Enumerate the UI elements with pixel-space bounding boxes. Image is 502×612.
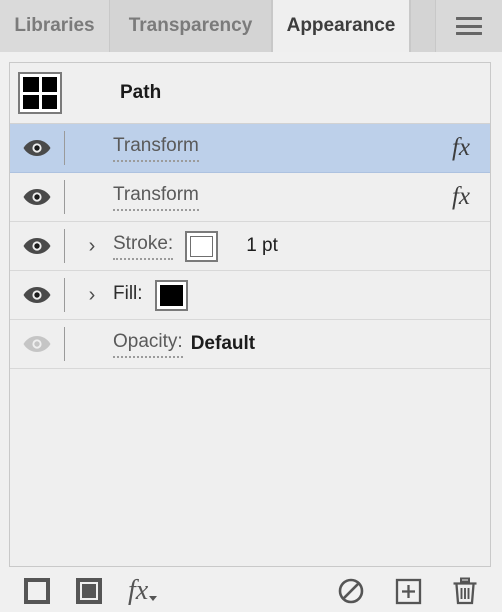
fill-color-swatch[interactable] bbox=[154, 279, 188, 311]
add-new-stroke-button[interactable] bbox=[24, 578, 50, 604]
appearance-item-label-fill[interactable]: Fill: bbox=[113, 283, 143, 308]
appearance-panel: Path Transform fx Transform fx › Stroke:… bbox=[9, 62, 491, 567]
chevron-right-icon[interactable]: › bbox=[79, 285, 105, 305]
appearance-row-stroke-body[interactable]: › Stroke: 1 pt bbox=[65, 222, 490, 270]
fx-icon[interactable]: fx bbox=[452, 183, 470, 211]
clear-appearance-button[interactable] bbox=[337, 577, 365, 605]
fx-icon[interactable]: fx bbox=[452, 134, 470, 162]
appearance-item-label-stroke[interactable]: Stroke: bbox=[113, 233, 174, 260]
appearance-row-fill[interactable]: › Fill: bbox=[10, 271, 490, 320]
visibility-toggle-stroke[interactable] bbox=[10, 222, 64, 270]
page-title: Path bbox=[120, 82, 162, 103]
appearance-row-transform-1[interactable]: Transform fx bbox=[10, 124, 490, 173]
tab-bar-filler bbox=[410, 0, 435, 52]
panel-tab-bar: Libraries Transparency Appearance bbox=[0, 0, 502, 52]
appearance-row-stroke[interactable]: › Stroke: 1 pt bbox=[10, 222, 490, 271]
visibility-toggle-transform-2[interactable] bbox=[10, 173, 64, 221]
visibility-toggle-opacity[interactable] bbox=[10, 320, 64, 368]
trash-icon bbox=[453, 577, 477, 605]
square-outline-icon bbox=[24, 578, 50, 604]
appearance-empty-area bbox=[10, 369, 490, 539]
chevron-right-icon[interactable]: › bbox=[79, 236, 105, 256]
appearance-row-transform-1-body[interactable]: Transform bbox=[65, 124, 490, 172]
appearance-row-transform-2-body[interactable]: Transform bbox=[65, 173, 490, 221]
eye-icon bbox=[23, 287, 51, 303]
tab-libraries[interactable]: Libraries bbox=[0, 0, 110, 52]
eye-icon bbox=[23, 189, 51, 205]
appearance-item-label-transform-2[interactable]: Transform bbox=[113, 184, 199, 211]
appearance-target-row[interactable]: Path bbox=[10, 63, 490, 124]
delete-item-button[interactable] bbox=[452, 577, 478, 605]
path-thumbnail-icon bbox=[18, 72, 62, 114]
visibility-toggle-fill[interactable] bbox=[10, 271, 64, 319]
add-new-effect-button[interactable]: fx bbox=[128, 575, 158, 606]
appearance-row-transform-2[interactable]: Transform fx bbox=[10, 173, 490, 222]
tab-transparency[interactable]: Transparency bbox=[110, 0, 272, 52]
eye-icon bbox=[23, 336, 51, 352]
tab-appearance-label: Appearance bbox=[286, 15, 396, 36]
no-symbol-icon bbox=[338, 578, 364, 604]
appearance-row-opacity[interactable]: Opacity: Default bbox=[10, 320, 490, 369]
hamburger-icon bbox=[456, 17, 482, 35]
toolbar-left-group: fx bbox=[24, 575, 158, 606]
add-new-fill-button[interactable] bbox=[76, 578, 102, 604]
plus-box-icon bbox=[395, 578, 422, 604]
stroke-color-swatch[interactable] bbox=[185, 230, 219, 262]
eye-icon bbox=[23, 238, 51, 254]
opacity-value[interactable]: Default bbox=[191, 333, 255, 355]
square-filled-icon bbox=[76, 578, 102, 604]
visibility-toggle-transform-1[interactable] bbox=[10, 124, 64, 172]
eye-icon bbox=[23, 140, 51, 156]
appearance-item-label-transform-1[interactable]: Transform bbox=[113, 135, 199, 162]
toolbar-right-group bbox=[337, 577, 478, 605]
duplicate-item-button[interactable] bbox=[395, 578, 422, 605]
appearance-row-opacity-body[interactable]: Opacity: Default bbox=[65, 320, 490, 368]
thumbnail-cell bbox=[10, 63, 64, 123]
panel-menu-button[interactable] bbox=[435, 0, 502, 52]
appearance-item-label-opacity[interactable]: Opacity: bbox=[113, 331, 183, 358]
appearance-row-fill-body[interactable]: › Fill: bbox=[65, 271, 490, 319]
tab-libraries-label: Libraries bbox=[14, 15, 95, 36]
fx-dropdown-icon: fx bbox=[128, 575, 158, 606]
stroke-weight-value[interactable]: 1 pt bbox=[246, 235, 278, 257]
appearance-panel-toolbar: fx bbox=[0, 570, 502, 612]
tab-transparency-label: Transparency bbox=[128, 15, 253, 36]
tab-appearance[interactable]: Appearance bbox=[272, 0, 410, 52]
